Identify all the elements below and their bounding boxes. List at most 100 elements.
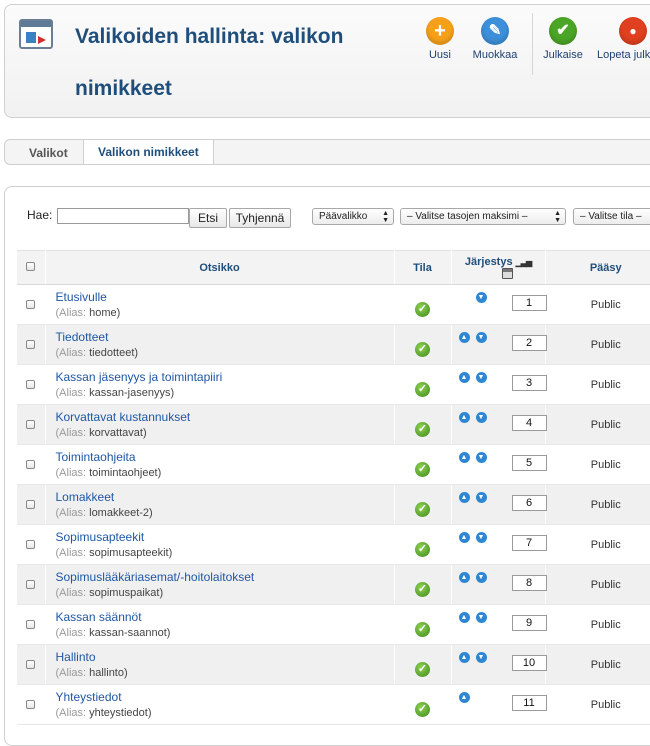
col-order[interactable]: Järjestys ▁▃▅ <box>451 250 546 285</box>
published-check-icon[interactable]: ✓ <box>415 421 430 437</box>
move-down-icon[interactable]: ▼ <box>475 412 487 423</box>
move-down-icon[interactable]: ▼ <box>475 332 487 343</box>
col-state[interactable]: Tila <box>394 250 452 285</box>
alias-value: yhteystiedot <box>89 706 148 719</box>
move-up-icon[interactable]: ▲ <box>458 532 470 543</box>
order-input[interactable]: 4 <box>511 415 547 431</box>
move-up-icon[interactable]: ▲ <box>458 412 470 423</box>
order-input[interactable]: 1 <box>511 295 547 311</box>
state-cell: ✓ <box>394 324 452 365</box>
move-up-icon[interactable]: ▲ <box>458 372 470 383</box>
access-cell: Public <box>545 684 650 725</box>
move-down-icon[interactable]: ▼ <box>475 612 487 623</box>
item-title-link[interactable]: Kassan säännöt <box>56 609 394 625</box>
clear-button[interactable]: Tyhjennä <box>229 208 291 228</box>
tab-menus[interactable]: Valikot <box>29 146 68 160</box>
move-down-icon[interactable]: ▼ <box>475 372 487 383</box>
item-alias: (Alias: sopimuspaikat) <box>55 586 164 599</box>
table-row: Hallinto (Alias: hallinto) ✓ ▲ ▼ 10 Public <box>17 644 650 685</box>
move-up-icon[interactable]: ▲ <box>458 692 470 703</box>
item-alias: (Alias: toimintaohjeet) <box>55 466 162 479</box>
row-checkbox[interactable] <box>26 299 36 309</box>
item-title-link[interactable]: Kassan jäsenyys ja toimintapiiri <box>56 369 394 385</box>
order-input[interactable]: 3 <box>511 375 547 391</box>
select-all-checkbox[interactable] <box>26 261 36 271</box>
row-checkbox[interactable] <box>26 619 36 629</box>
menu-select[interactable]: Päävalikko ▲ ▼ <box>312 208 394 225</box>
item-title-link[interactable]: Hallinto <box>56 649 394 665</box>
title-cell: Sopimuslääkäriasemat/-hoitolaitokset (Ali… <box>45 564 395 605</box>
published-check-icon[interactable]: ✓ <box>415 301 430 317</box>
pencil-icon: ✎ <box>481 17 509 45</box>
published-check-icon[interactable]: ✓ <box>415 621 430 637</box>
item-title-link[interactable]: Yhteystiedot <box>56 689 394 705</box>
move-up-icon[interactable]: ▲ <box>458 652 470 663</box>
level-select-value: – Valitse tasojen maksimi – <box>407 211 528 222</box>
move-up-icon[interactable]: ▲ <box>458 452 470 463</box>
tab-menu-items[interactable]: Valikon nimikkeet <box>83 140 214 164</box>
row-checkbox[interactable] <box>26 459 36 469</box>
content-panel: Hae: Etsi Tyhjennä Päävalikko ▲ ▼ – Valit… <box>4 186 650 746</box>
published-check-icon[interactable]: ✓ <box>415 341 430 357</box>
move-down-icon[interactable]: ▼ <box>475 492 487 503</box>
row-checkbox[interactable] <box>26 699 36 709</box>
item-title-link[interactable]: Sopimusapteekit <box>56 529 394 545</box>
menu-select-value: Päävalikko <box>319 211 368 222</box>
new-button[interactable]: + Uusi <box>410 17 470 61</box>
item-title-link[interactable]: Toimintaohjeita <box>56 449 394 465</box>
move-down-icon[interactable]: ▼ <box>475 292 487 303</box>
unpublish-button[interactable]: ● Lopeta julk <box>597 17 650 61</box>
item-title-link[interactable]: Korvattavat kustannukset <box>56 409 394 425</box>
published-check-icon[interactable]: ✓ <box>415 501 430 517</box>
alias-prefix: (Alias: <box>55 386 87 399</box>
item-title-link[interactable]: Tiedotteet <box>56 329 394 345</box>
order-input[interactable]: 9 <box>511 615 547 631</box>
alias-value: tiedotteet <box>89 346 135 359</box>
item-title-link[interactable]: Etusivulle <box>56 289 394 305</box>
move-down-icon[interactable]: ▼ <box>475 532 487 543</box>
col-access[interactable]: Pääsy <box>545 250 650 285</box>
row-checkbox[interactable] <box>26 419 36 429</box>
row-checkbox[interactable] <box>26 579 36 589</box>
order-input[interactable]: 8 <box>511 575 547 591</box>
published-check-icon[interactable]: ✓ <box>415 661 430 677</box>
save-order-icon[interactable] <box>501 268 513 280</box>
order-input[interactable]: 6 <box>511 495 547 511</box>
publish-button[interactable]: ✔ Julkaise <box>533 17 593 61</box>
move-down-icon[interactable]: ▼ <box>475 452 487 463</box>
col-title[interactable]: Otsikko <box>45 250 395 285</box>
row-checkbox[interactable] <box>26 659 36 669</box>
order-input[interactable]: 10 <box>511 655 547 671</box>
state-select[interactable]: – Valitse tila – <box>573 208 650 225</box>
published-check-icon[interactable]: ✓ <box>415 701 430 717</box>
access-cell: Public <box>545 404 650 445</box>
row-checkbox-cell <box>17 404 46 445</box>
search-button[interactable]: Etsi <box>189 208 227 228</box>
order-input[interactable]: 5 <box>511 455 547 471</box>
published-check-icon[interactable]: ✓ <box>415 581 430 597</box>
move-down-icon[interactable]: ▼ <box>475 652 487 663</box>
item-title-link[interactable]: Lomakkeet <box>56 489 394 505</box>
move-up-icon[interactable]: ▲ <box>458 332 470 343</box>
move-up-icon[interactable]: ▲ <box>458 572 470 583</box>
row-checkbox[interactable] <box>26 339 36 349</box>
row-checkbox[interactable] <box>26 379 36 389</box>
table-row: Kassan jäsenyys ja toimintapiiri (Alias: … <box>17 364 650 405</box>
move-up-icon[interactable]: ▲ <box>458 492 470 503</box>
move-up-icon[interactable]: ▲ <box>458 612 470 623</box>
order-input[interactable]: 2 <box>511 335 547 351</box>
row-checkbox-cell <box>17 684 46 725</box>
search-input[interactable] <box>57 208 189 224</box>
published-check-icon[interactable]: ✓ <box>415 461 430 477</box>
item-title-link[interactable]: Sopimuslääkäriasemat/-hoitolaitokset <box>56 569 394 585</box>
row-checkbox[interactable] <box>26 499 36 509</box>
order-input[interactable]: 11 <box>511 695 547 711</box>
level-select[interactable]: – Valitse tasojen maksimi – ▲ ▼ <box>400 208 566 225</box>
row-checkbox[interactable] <box>26 539 36 549</box>
order-input[interactable]: 7 <box>511 535 547 551</box>
published-check-icon[interactable]: ✓ <box>415 381 430 397</box>
published-check-icon[interactable]: ✓ <box>415 541 430 557</box>
alias-value: sopimusapteekit <box>89 546 169 559</box>
edit-button[interactable]: ✎ Muokkaa <box>465 17 525 61</box>
move-down-icon[interactable]: ▼ <box>475 572 487 583</box>
